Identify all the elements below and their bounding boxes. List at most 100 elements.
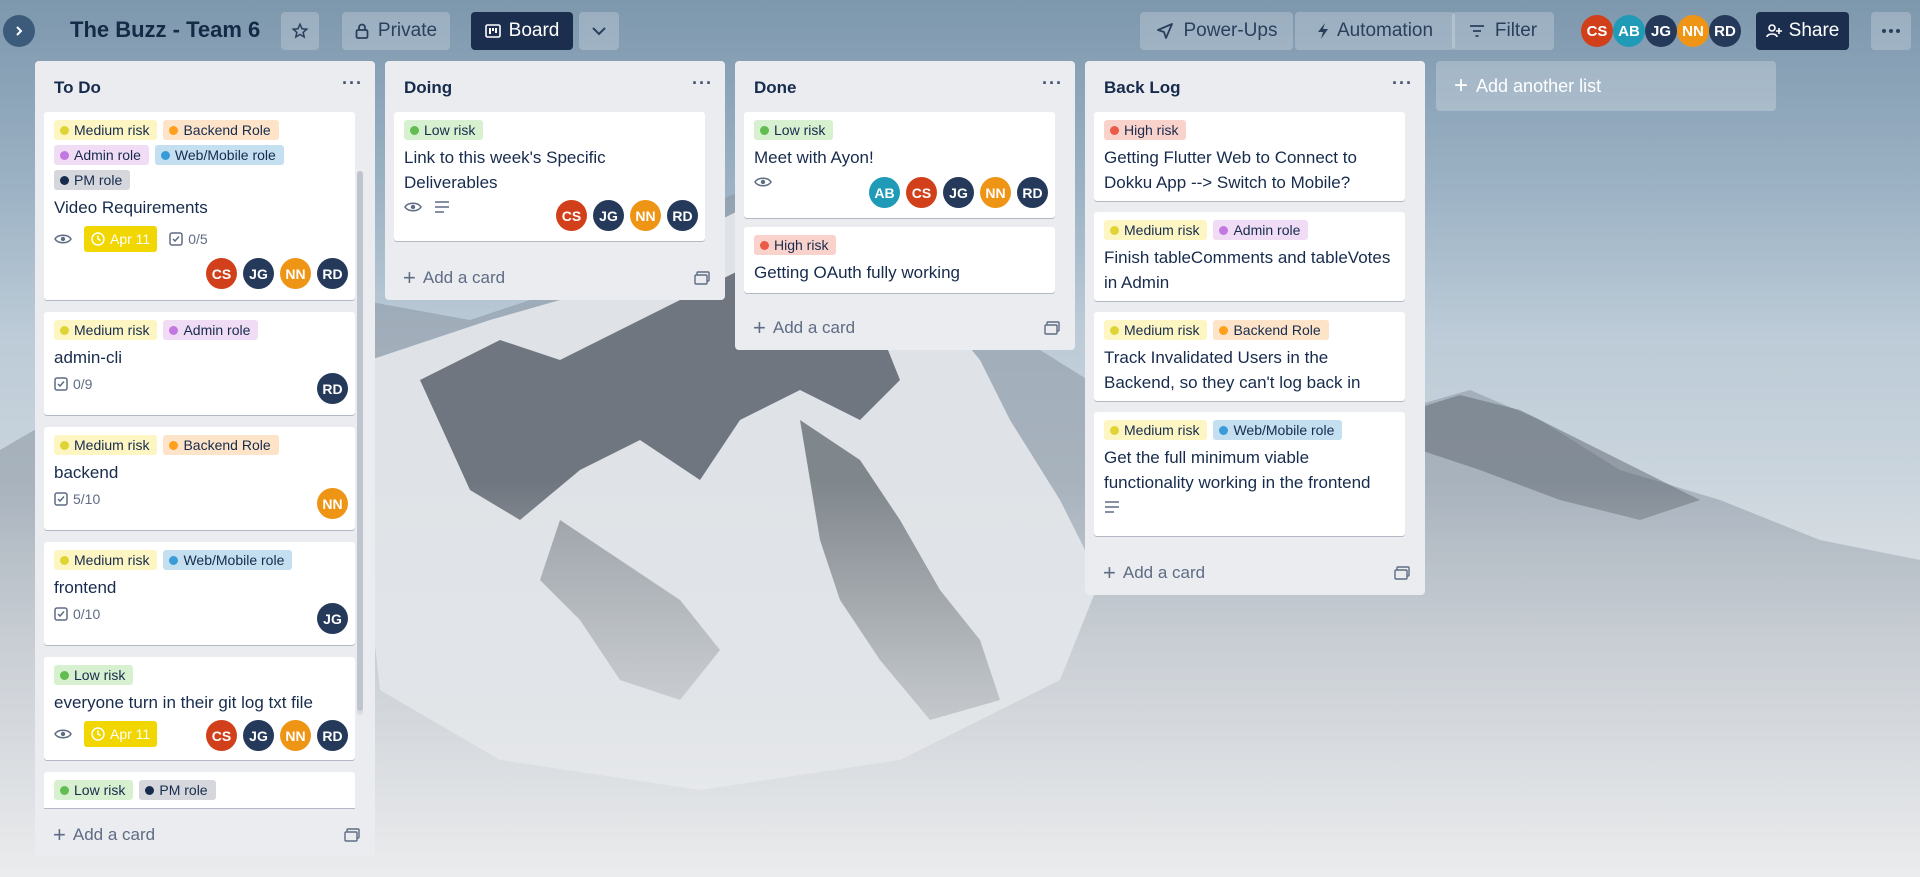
avatar[interactable]: NN <box>317 488 348 519</box>
card[interactable]: Low risk PM role <box>44 772 355 808</box>
power-ups-button[interactable]: Power-Ups <box>1140 12 1293 50</box>
label[interactable]: Admin role <box>1213 220 1309 240</box>
list-todo: To Do ··· Medium risk Backend Role Admin… <box>35 61 375 857</box>
automation-button[interactable]: Automation <box>1295 12 1455 50</box>
avatar[interactable]: CS <box>206 720 237 751</box>
add-card-button[interactable]: + Add a card <box>1085 551 1425 595</box>
label[interactable]: Medium risk <box>54 320 158 340</box>
avatar[interactable]: JG <box>243 258 274 289</box>
card[interactable]: High risk Getting OAuth fully working <box>744 227 1055 293</box>
member-avatar-cs[interactable]: CS <box>1581 15 1613 47</box>
board-title[interactable]: The Buzz - Team 6 <box>70 17 260 43</box>
list-title[interactable]: Back Log <box>1104 78 1181 98</box>
sidebar-toggle-button[interactable] <box>3 15 35 47</box>
add-card-button[interactable]: + Add a card <box>735 306 1075 350</box>
card-members: CS JG NN RD <box>556 200 698 231</box>
avatar[interactable]: RD <box>317 373 348 404</box>
avatar[interactable]: JG <box>593 200 624 231</box>
chevron-right-icon <box>16 26 23 36</box>
card-title: Getting OAuth fully working <box>754 263 960 282</box>
card-template-icon[interactable] <box>694 271 710 285</box>
avatar[interactable]: NN <box>630 200 661 231</box>
label[interactable]: Medium risk <box>54 435 158 455</box>
visibility-button[interactable]: Private <box>342 12 450 50</box>
member-avatar-rd[interactable]: RD <box>1709 15 1741 47</box>
label[interactable]: Low risk <box>404 120 484 140</box>
list-menu-button[interactable]: ··· <box>342 73 363 94</box>
member-avatar-ab[interactable]: AB <box>1613 15 1645 47</box>
filter-button[interactable]: Filter <box>1452 12 1554 50</box>
member-avatar-nn[interactable]: NN <box>1677 15 1709 47</box>
label[interactable]: Backend Role <box>163 435 279 455</box>
label[interactable]: High risk <box>754 235 837 255</box>
list-menu-button[interactable]: ··· <box>1392 73 1413 94</box>
list-menu-button[interactable]: ··· <box>1042 73 1063 94</box>
label[interactable]: Medium risk <box>1104 220 1208 240</box>
board-view-button[interactable]: Board <box>471 12 573 50</box>
due-date-badge[interactable]: Apr 11 <box>84 721 158 747</box>
list-title[interactable]: Done <box>754 78 797 98</box>
card-template-icon[interactable] <box>1044 321 1060 335</box>
label[interactable]: Low risk <box>54 665 134 685</box>
avatar[interactable]: RD <box>317 720 348 751</box>
card[interactable]: Low risk everyone turn in their git log … <box>44 657 355 760</box>
label[interactable]: Web/Mobile role <box>154 145 284 165</box>
due-date-badge[interactable]: Apr 11 <box>84 226 158 252</box>
label[interactable]: Low risk <box>754 120 834 140</box>
add-card-button[interactable]: + Add a card <box>35 813 375 857</box>
list-title[interactable]: To Do <box>54 78 101 98</box>
label[interactable]: Medium risk <box>1104 320 1208 340</box>
label[interactable]: Admin role <box>54 145 149 165</box>
avatar[interactable]: RD <box>317 258 348 289</box>
avatar[interactable]: JG <box>317 603 348 634</box>
checklist-badge: 0/5 <box>169 231 208 247</box>
avatar[interactable]: RD <box>667 200 698 231</box>
avatar[interactable]: CS <box>556 200 587 231</box>
add-card-button[interactable]: + Add a card <box>385 256 725 300</box>
label[interactable]: Web/Mobile role <box>1213 420 1343 440</box>
card[interactable]: High risk Getting Flutter Web to Connect… <box>1094 112 1405 201</box>
card[interactable]: Medium risk Web/Mobile role Get the full… <box>1094 412 1405 536</box>
avatar[interactable]: CS <box>906 177 937 208</box>
view-switcher-button[interactable] <box>579 12 619 50</box>
board-menu-button[interactable] <box>1871 12 1911 50</box>
card[interactable]: Medium risk Web/Mobile role frontend 0/1… <box>44 542 355 645</box>
card[interactable]: Medium risk Admin role admin-cli 0/9 RD <box>44 312 355 415</box>
list-title[interactable]: Doing <box>404 78 452 98</box>
label[interactable]: Admin role <box>163 320 259 340</box>
card[interactable]: Medium risk Backend Role Admin role Web/… <box>44 112 355 300</box>
label[interactable]: Medium risk <box>54 550 158 570</box>
avatar[interactable]: NN <box>280 258 311 289</box>
avatar[interactable]: NN <box>980 177 1011 208</box>
avatar[interactable]: JG <box>243 720 274 751</box>
card-template-icon[interactable] <box>344 828 360 842</box>
add-list-button[interactable]: + Add another list <box>1436 61 1776 111</box>
label[interactable]: PM role <box>54 170 131 190</box>
card-template-icon[interactable] <box>1394 566 1410 580</box>
list-scrollbar[interactable] <box>357 171 363 715</box>
label[interactable]: Backend Role <box>1213 320 1329 340</box>
card[interactable]: Medium risk Backend Role Track Invalidat… <box>1094 312 1405 401</box>
label[interactable]: PM role <box>139 780 216 800</box>
avatar[interactable]: JG <box>943 177 974 208</box>
card[interactable]: Low risk Link to this week's Specific De… <box>394 112 705 241</box>
card-labels: Medium risk Admin role <box>1104 220 1395 240</box>
label[interactable]: Backend Role <box>163 120 279 140</box>
member-avatar-jg[interactable]: JG <box>1645 15 1677 47</box>
label[interactable]: Medium risk <box>54 120 158 140</box>
star-icon <box>291 22 309 39</box>
star-button[interactable] <box>281 12 319 50</box>
avatar[interactable]: RD <box>1017 177 1048 208</box>
card[interactable]: Medium risk Backend Role backend 5/10 NN <box>44 427 355 530</box>
list-menu-button[interactable]: ··· <box>692 73 713 94</box>
card[interactable]: Medium risk Admin role Finish tableComme… <box>1094 212 1405 301</box>
avatar[interactable]: CS <box>206 258 237 289</box>
avatar[interactable]: AB <box>869 177 900 208</box>
label[interactable]: High risk <box>1104 120 1187 140</box>
avatar[interactable]: NN <box>280 720 311 751</box>
share-button[interactable]: Share <box>1756 12 1849 50</box>
card[interactable]: Low risk Meet with Ayon! AB CS JG NN RD <box>744 112 1055 218</box>
label[interactable]: Web/Mobile role <box>163 550 293 570</box>
label[interactable]: Medium risk <box>1104 420 1208 440</box>
label[interactable]: Low risk <box>54 780 134 800</box>
